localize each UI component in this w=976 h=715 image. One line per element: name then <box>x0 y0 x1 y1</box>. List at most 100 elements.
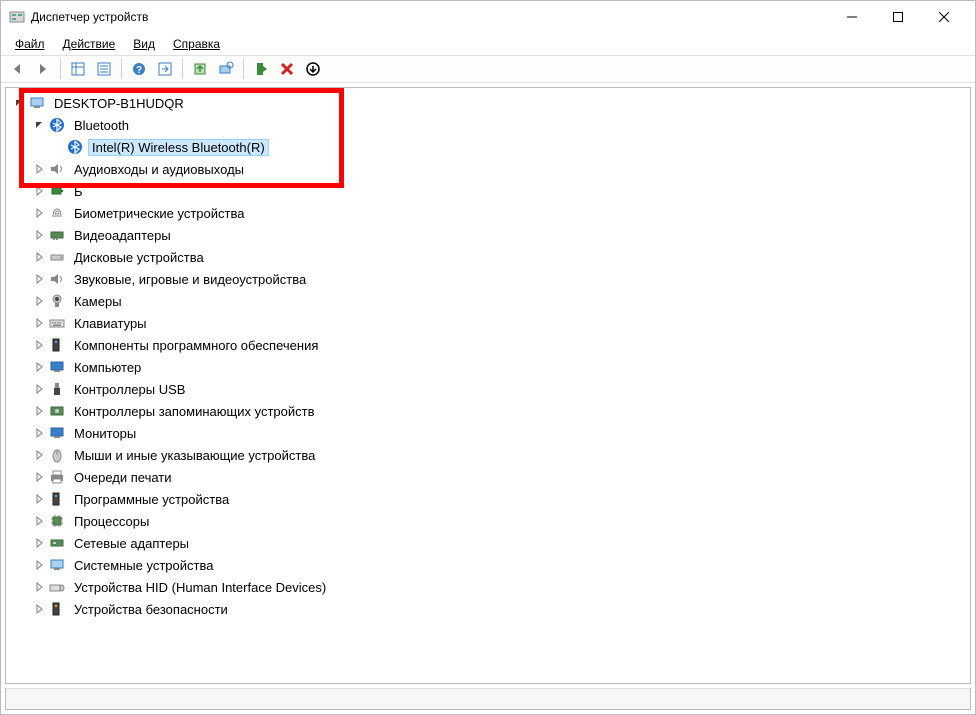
expand-icon[interactable] <box>32 360 46 374</box>
tree-item-disk[interactable]: Дисковые устройства <box>28 246 970 268</box>
close-button[interactable] <box>921 1 967 33</box>
expand-icon[interactable] <box>32 206 46 220</box>
tree-item-label: Сетевые адаптеры <box>70 535 193 552</box>
update-driver-button[interactable] <box>188 57 212 81</box>
tree-item-partial[interactable]: Б <box>28 180 970 202</box>
expand-icon[interactable] <box>32 426 46 440</box>
tree-item-printqueue[interactable]: Очереди печати <box>28 466 970 488</box>
tree-item-software[interactable]: Компоненты программного обеспечения <box>28 334 970 356</box>
tree-item-label: Дисковые устройства <box>70 249 208 266</box>
scan-hardware-button[interactable] <box>214 57 238 81</box>
tree-item-bluetooth[interactable]: Bluetooth <box>28 114 970 136</box>
tree-item-storage[interactable]: Контроллеры запоминающих устройств <box>28 400 970 422</box>
tree-item-keyboard[interactable]: Клавиатуры <box>28 312 970 334</box>
expand-icon[interactable] <box>32 470 46 484</box>
tree-item-label: Очереди печати <box>70 469 176 486</box>
monitor-icon <box>48 424 66 442</box>
toolbar: ? <box>1 55 975 83</box>
system-device-icon <box>48 556 66 574</box>
expand-icon[interactable] <box>32 294 46 308</box>
properties-button[interactable] <box>92 57 116 81</box>
expand-icon[interactable] <box>32 338 46 352</box>
tree-item-label: Контроллеры запоминающих устройств <box>70 403 318 420</box>
tree-item-security[interactable]: Устройства безопасности <box>28 598 970 620</box>
tree-item-usb[interactable]: Контроллеры USB <box>28 378 970 400</box>
expand-icon[interactable] <box>32 184 46 198</box>
tree-item-label: Контроллеры USB <box>70 381 189 398</box>
forward-button[interactable] <box>31 57 55 81</box>
expand-icon[interactable] <box>32 558 46 572</box>
expand-icon[interactable] <box>32 536 46 550</box>
tree-item-label: Программные устройства <box>70 491 233 508</box>
disable-device-button[interactable] <box>301 57 325 81</box>
toolbar-separator <box>243 59 244 79</box>
hid-icon <box>48 578 66 596</box>
help-button[interactable]: ? <box>127 57 151 81</box>
expand-icon[interactable] <box>32 404 46 418</box>
speaker-icon <box>48 160 66 178</box>
software-device-icon <box>48 490 66 508</box>
tree-item-label: Компоненты программного обеспечения <box>70 337 322 354</box>
show-hide-tree-button[interactable] <box>66 57 90 81</box>
battery-icon <box>48 182 66 200</box>
expand-icon[interactable] <box>32 514 46 528</box>
expand-icon[interactable] <box>32 492 46 506</box>
menu-view[interactable]: Вид <box>125 35 163 53</box>
expand-icon[interactable] <box>32 448 46 462</box>
minimize-button[interactable] <box>829 1 875 33</box>
tree-root-label: DESKTOP-B1HUDQR <box>50 95 188 112</box>
bluetooth-icon <box>66 138 84 156</box>
device-manager-window: Диспетчер устройств Файл Действие Вид Сп… <box>0 0 976 715</box>
menubar: Файл Действие Вид Справка <box>1 33 975 55</box>
keyboard-icon <box>48 314 66 332</box>
toolbar-separator <box>121 59 122 79</box>
tree-item-monitor[interactable]: Мониторы <box>28 422 970 444</box>
menu-file[interactable]: Файл <box>7 35 53 53</box>
tree-item-label: Мониторы <box>70 425 140 442</box>
window-title: Диспетчер устройств <box>31 10 829 24</box>
expand-icon[interactable] <box>32 228 46 242</box>
tree-item-sound[interactable]: Звуковые, игровые и видеоустройства <box>28 268 970 290</box>
tree-item-audio[interactable]: Аудиовходы и аудиовыходы <box>28 158 970 180</box>
collapse-icon[interactable] <box>32 118 46 132</box>
tree-item-label: Bluetooth <box>70 117 133 134</box>
expand-icon[interactable] <box>32 272 46 286</box>
window-controls <box>829 1 967 33</box>
tree-item-bluetooth-device[interactable]: Intel(R) Wireless Bluetooth(R) <box>48 136 970 158</box>
expand-icon[interactable] <box>32 580 46 594</box>
tree-item-computer[interactable]: Компьютер <box>28 356 970 378</box>
uninstall-device-button[interactable] <box>275 57 299 81</box>
usb-icon <box>48 380 66 398</box>
expand-icon[interactable] <box>32 250 46 264</box>
tree-item-label: Биометрические устройства <box>70 205 248 222</box>
tree-root[interactable]: DESKTOP-B1HUDQR <box>8 92 970 114</box>
menu-help[interactable]: Справка <box>165 35 228 53</box>
tree-item-label: Б <box>70 183 87 200</box>
tree-item-system[interactable]: Системные устройства <box>28 554 970 576</box>
collapse-icon[interactable] <box>12 96 26 110</box>
maximize-button[interactable] <box>875 1 921 33</box>
menu-action[interactable]: Действие <box>55 35 124 53</box>
svg-text:?: ? <box>136 65 142 76</box>
speaker-icon <box>48 270 66 288</box>
tree-item-mouse[interactable]: Мыши и иные указывающие устройства <box>28 444 970 466</box>
back-button[interactable] <box>5 57 29 81</box>
device-tree-pane[interactable]: DESKTOP-B1HUDQR Bluetooth <box>5 87 971 684</box>
action-button[interactable] <box>153 57 177 81</box>
bluetooth-icon <box>48 116 66 134</box>
toolbar-separator <box>60 59 61 79</box>
expand-icon[interactable] <box>32 382 46 396</box>
tree-item-display[interactable]: Видеоадаптеры <box>28 224 970 246</box>
tree-item-camera[interactable]: Камеры <box>28 290 970 312</box>
expand-icon[interactable] <box>32 316 46 330</box>
tree-item-softdev[interactable]: Программные устройства <box>28 488 970 510</box>
expand-icon[interactable] <box>32 602 46 616</box>
expand-icon[interactable] <box>32 162 46 176</box>
fingerprint-icon <box>48 204 66 222</box>
tree-item-cpu[interactable]: Процессоры <box>28 510 970 532</box>
tree-item-network[interactable]: Сетевые адаптеры <box>28 532 970 554</box>
enable-device-button[interactable] <box>249 57 273 81</box>
tree-item-biometric[interactable]: Биометрические устройства <box>28 202 970 224</box>
tree-item-hid[interactable]: Устройства HID (Human Interface Devices) <box>28 576 970 598</box>
tree-item-label: Аудиовходы и аудиовыходы <box>70 161 248 178</box>
